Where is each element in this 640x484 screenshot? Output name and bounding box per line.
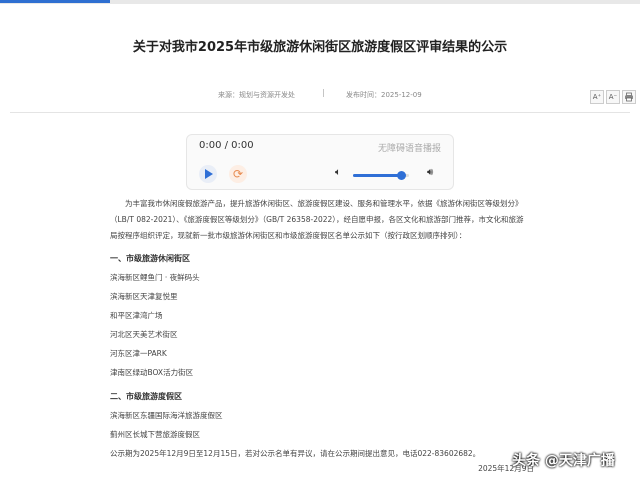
list-item: 河东区津一PARK (110, 349, 167, 358)
section2-heading: 二、市级旅游度假区 (110, 392, 182, 401)
list-item: 津南区绿动BOX活力街区 (110, 368, 194, 377)
notice-paragraph: 公示期为2025年12月9日至12月15日，若对公示名单有异议，请在公示期间提出… (110, 449, 481, 458)
accessibility-audio-label[interactable]: 无障碍语音播报 (378, 141, 441, 154)
list-item: 和平区津湾广场 (110, 311, 163, 320)
audio-player: 0:00 / 0:00 无障碍语音播报 ⟳ 🔈︎ 🔊︎ (186, 134, 454, 190)
font-smaller-button[interactable]: A⁻ (606, 90, 620, 104)
header-divider (10, 112, 630, 113)
player-time: 0:00 / 0:00 (199, 140, 254, 151)
intro-paragraph: 为丰富我市休闲度假旅游产品，提升旅游休闲街区、旅游度假区建设、服务和管理水平，依… (110, 199, 524, 240)
list-item: 河北区天美艺术街区 (110, 330, 178, 339)
list-item: 蓟州区长城下营旅游度假区 (110, 430, 200, 439)
replay-button[interactable]: ⟳ (229, 165, 247, 183)
top-bar-accent (0, 0, 110, 3)
article-title: 关于对我市2025年市级旅游休闲街区旅游度假区评审结果的公示 (132, 40, 508, 55)
article-source: 来源：规划与资源开发处 (218, 91, 295, 99)
section1-heading: 一、市级旅游休闲街区 (110, 254, 190, 263)
volume-low-icon[interactable]: 🔈︎ (335, 167, 341, 178)
list-item: 滨海新区天津复悦里 (110, 292, 178, 301)
publish-time: 发布时间：2025-12-09 (346, 91, 422, 99)
font-larger-button[interactable]: A⁺ (590, 90, 604, 104)
print-icon (625, 92, 633, 102)
volume-slider-knob[interactable] (396, 171, 406, 180)
refresh-icon: ⟳ (232, 167, 244, 181)
list-item: 滨海新区鲤鱼门 · 夜鲜码头 (110, 273, 200, 282)
notice-date: 2025年12月9日 (478, 464, 534, 473)
volume-high-icon[interactable]: 🔊︎ (427, 167, 433, 178)
print-button[interactable] (622, 90, 636, 104)
article-content: 为丰富我市休闲度假旅游产品，提升旅游休闲街区、旅游度假区建设、服务和管理水平，依… (110, 196, 534, 475)
volume-slider-fill (353, 174, 401, 177)
volume-slider[interactable] (353, 171, 409, 180)
watermark: 头条 @天津广播 (512, 453, 615, 469)
play-button[interactable] (199, 165, 217, 183)
list-item: 滨海新区东疆国际海洋旅游度假区 (110, 411, 223, 420)
article-meta: 来源：规划与资源开发处 | 发布时间：2025-12-09 (0, 88, 640, 102)
meta-separator: | (322, 88, 325, 97)
article-tools: A⁺ A⁻ (590, 90, 636, 104)
